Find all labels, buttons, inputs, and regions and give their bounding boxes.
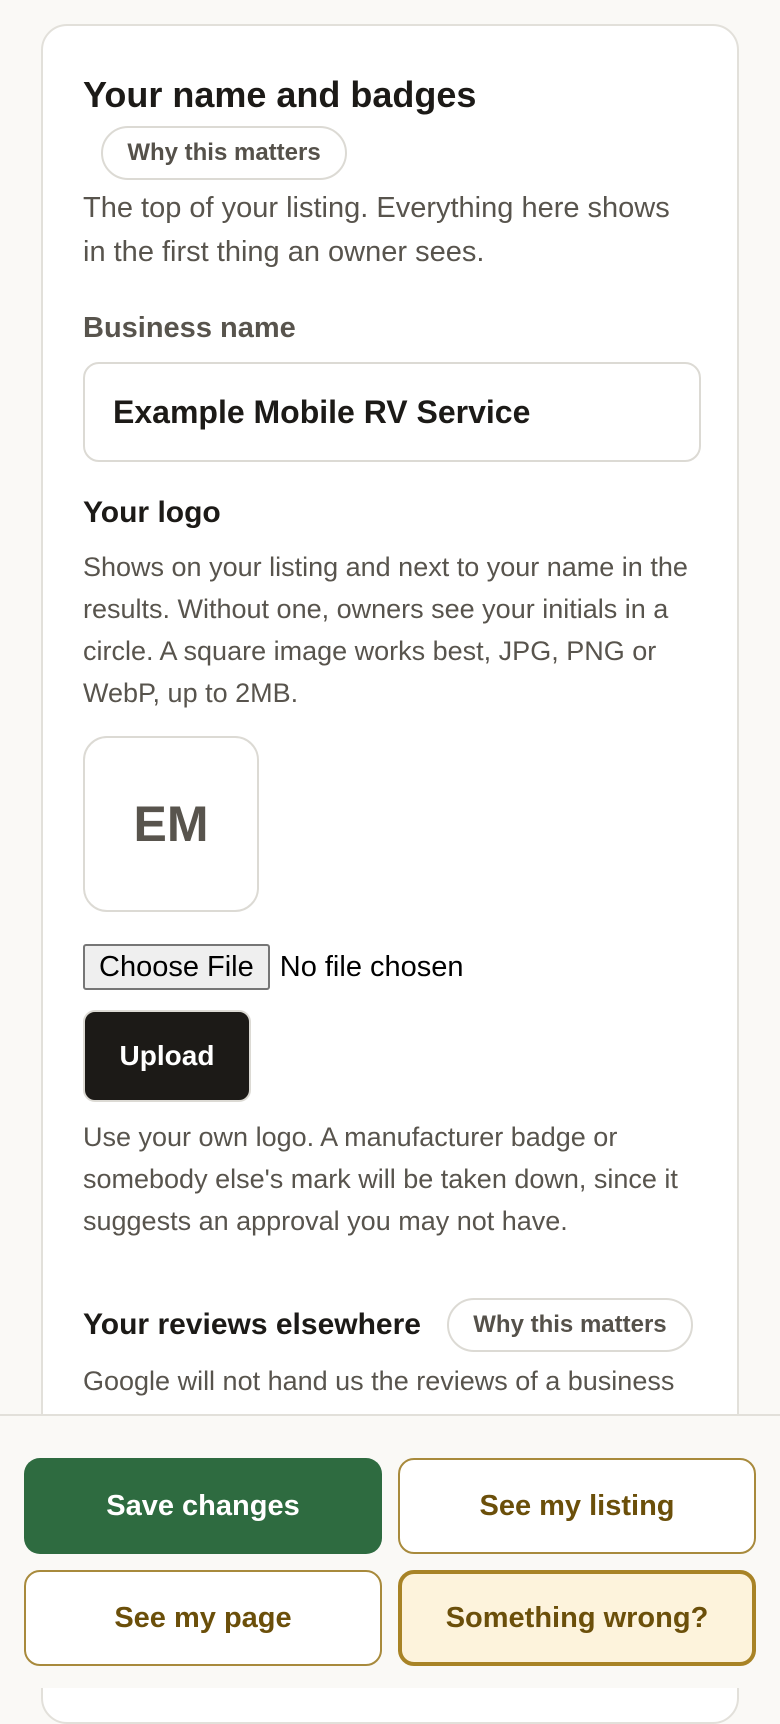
logo-description: Shows on your listing and next to your n… [83,552,688,708]
logo-preview: EM [83,736,259,912]
section-intro: The top of your listing. Everything here… [83,192,670,268]
see-my-listing-button[interactable]: See my listing [398,1458,756,1554]
logo-usage-note: Use your own logo. A manufacturer badge … [83,1122,678,1236]
logo-title: Your logo [83,496,221,529]
file-picker: Choose File No file chosen [83,944,697,990]
why-this-matters-button[interactable]: Why this matters [101,126,347,180]
save-changes-button[interactable]: Save changes [24,1458,382,1554]
choose-file-button[interactable]: Choose File [83,944,270,990]
business-name-input[interactable] [83,362,701,462]
logo-initials: EM [133,796,209,852]
section-title-name-badges: Your name and badges [83,74,477,115]
file-status-text: No file chosen [279,950,464,983]
reviews-header: Your reviews elsewhere Why this matters [83,1298,697,1352]
upload-button[interactable]: Upload [83,1010,251,1102]
reviews-title: Your reviews elsewhere [83,1308,421,1341]
reviews-why-this-matters-button[interactable]: Why this matters [446,1298,693,1352]
reviews-description: Google will not hand us the reviews of a… [83,1366,675,1396]
action-bar: Save changes See my listing See my page … [0,1414,780,1688]
something-wrong-button[interactable]: Something wrong? [398,1570,756,1666]
see-my-page-button[interactable]: See my page [24,1570,382,1666]
business-name-label: Business name [83,312,296,344]
